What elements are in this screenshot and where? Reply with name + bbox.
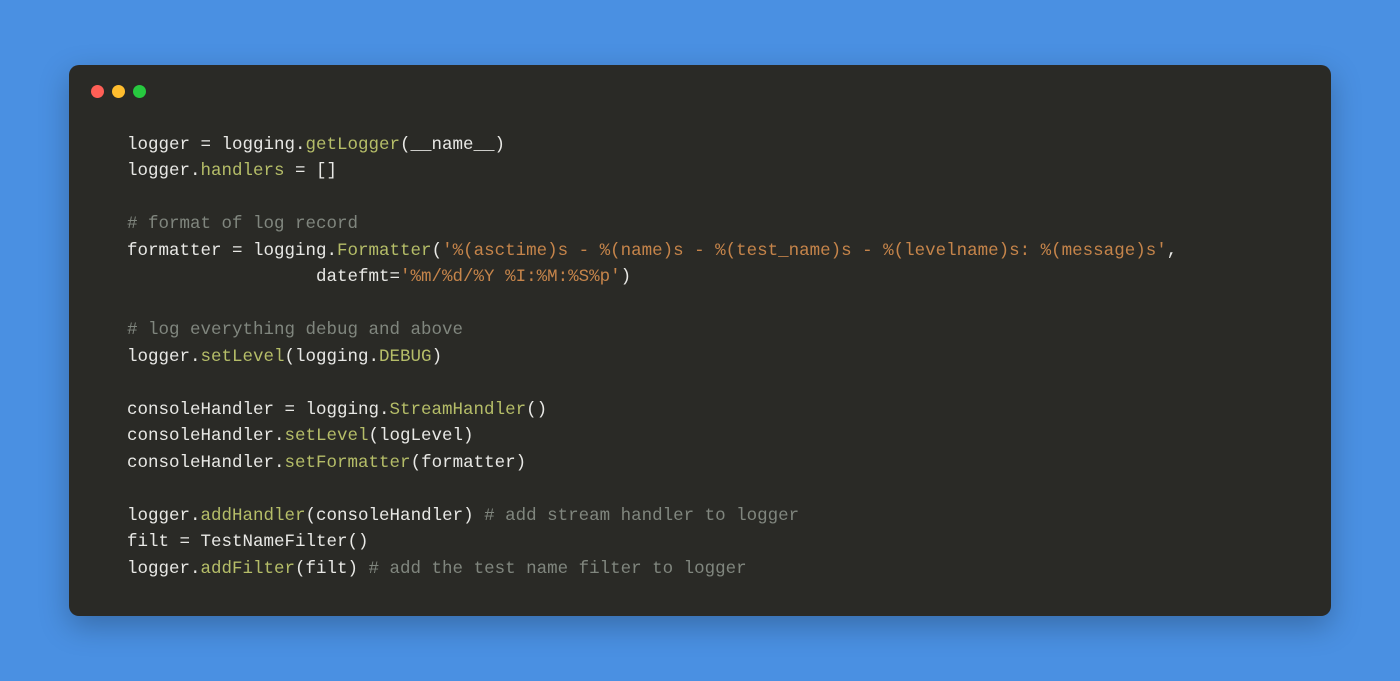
code-text: consoleHandler. (127, 426, 285, 446)
code-text: () (526, 400, 547, 420)
code-text: setFormatter (285, 453, 411, 473)
code-text: consoleHandler = logging. (127, 400, 390, 420)
minimize-icon[interactable] (112, 85, 125, 98)
code-string: '%m/%d/%Y %I:%M:%S%p' (400, 267, 621, 287)
code-text: logger. (127, 559, 201, 579)
code-block: logger = logging.getLogger(__name__) log… (69, 98, 1331, 583)
code-text: (__name__) (400, 135, 505, 155)
code-comment: # log everything debug and above (127, 320, 463, 340)
code-text: (formatter) (411, 453, 527, 473)
code-comment: # add stream handler to logger (484, 506, 799, 526)
code-text: getLogger (306, 135, 401, 155)
zoom-icon[interactable] (133, 85, 146, 98)
code-text: logger = logging. (127, 135, 306, 155)
code-text: (filt) (295, 559, 369, 579)
code-text: logger. (127, 506, 201, 526)
code-comment: # add the test name filter to logger (369, 559, 747, 579)
code-text: logger. (127, 347, 201, 367)
code-text: DEBUG (379, 347, 432, 367)
code-text: (consoleHandler) (306, 506, 485, 526)
code-text: Formatter (337, 241, 432, 261)
code-string: '%(asctime)s - %(name)s - %(test_name)s … (442, 241, 1167, 261)
code-text: = [] (285, 161, 338, 181)
code-text: addFilter (201, 559, 296, 579)
code-text: ) (432, 347, 443, 367)
code-text: logger. (127, 161, 201, 181)
code-text: (logLevel) (369, 426, 474, 446)
code-text: filt = TestNameFilter() (127, 532, 369, 552)
code-comment: # format of log record (127, 214, 358, 234)
code-text: addHandler (201, 506, 306, 526)
code-text: StreamHandler (390, 400, 527, 420)
code-text: handlers (201, 161, 285, 181)
code-text: consoleHandler. (127, 453, 285, 473)
code-text: datefmt= (127, 267, 400, 287)
code-text: ) (621, 267, 632, 287)
code-text: ( (432, 241, 443, 261)
code-window: logger = logging.getLogger(__name__) log… (69, 65, 1331, 617)
code-text: formatter = logging. (127, 241, 337, 261)
titlebar (69, 85, 1331, 98)
code-text: setLevel (201, 347, 285, 367)
close-icon[interactable] (91, 85, 104, 98)
code-text: (logging. (285, 347, 380, 367)
code-text: setLevel (285, 426, 369, 446)
code-text: , (1167, 241, 1178, 261)
